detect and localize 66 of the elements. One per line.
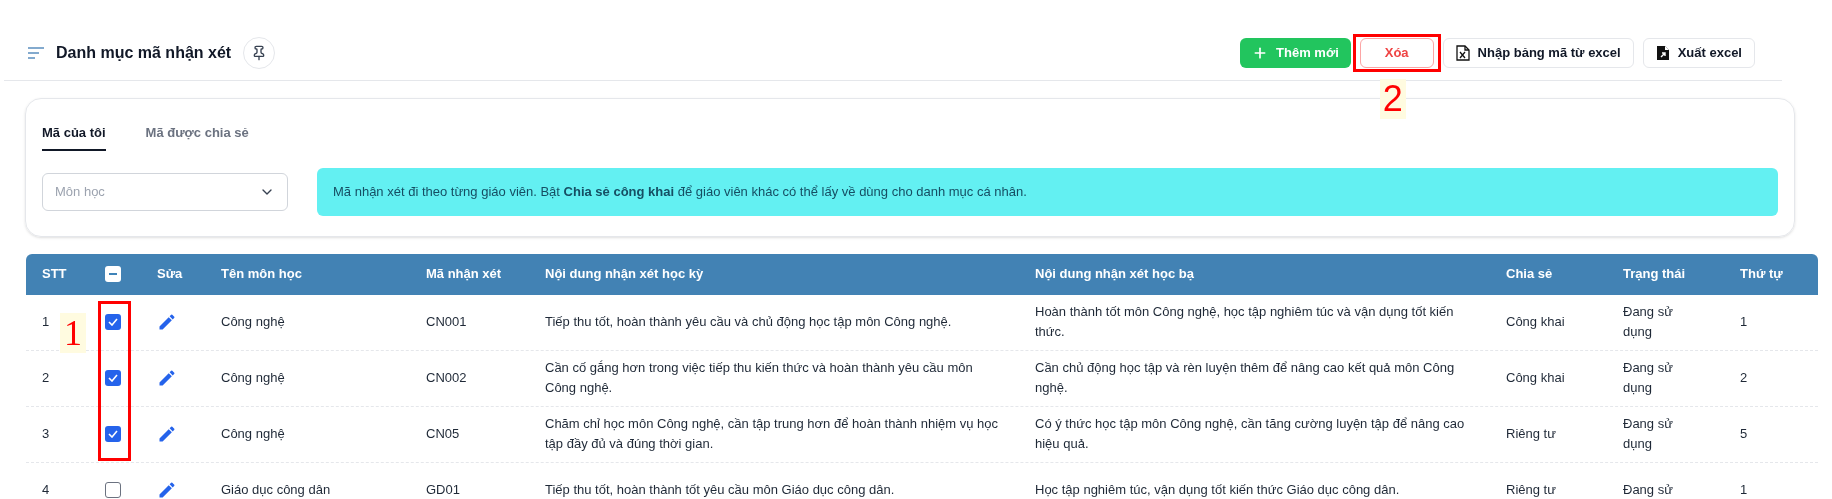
table-cell-text: GD01 — [425, 481, 461, 499]
column-header: Chia sẻ — [1505, 265, 1554, 284]
check-icon — [108, 374, 118, 382]
table-cell-text: 5 — [1739, 425, 1749, 443]
subject-select[interactable]: Môn học — [42, 172, 288, 211]
table-cell-text: Học tập nghiêm túc, vận dụng tốt kiến thức Giáo dục công dân. — [1034, 481, 1401, 499]
table-cell-text: Đang sử dụng — [1622, 303, 1674, 341]
edit-icon[interactable] — [157, 312, 177, 332]
table-cell-text: 2 — [41, 369, 51, 387]
table-cell-text: Cần cố gắng hơn trong việc tiếp thu kiến thức và hoàn thành yêu cầu môn Công nghệ. — [544, 359, 974, 397]
column-header: Nội dung nhận xét học bạ — [1034, 265, 1195, 284]
column-header: Tên môn học — [220, 265, 303, 284]
tab[interactable]: Mã của tôi — [42, 123, 106, 151]
table-cell-text: CN002 — [425, 369, 468, 387]
edit-icon[interactable] — [157, 424, 177, 444]
sort-lines-icon — [28, 47, 44, 59]
callout-number: 2 — [1379, 79, 1406, 119]
checkbox[interactable] — [105, 370, 121, 386]
table-cell-text: 1 — [41, 313, 51, 331]
delete-button[interactable]: Xóa — [1359, 38, 1434, 68]
table-cell-text: CN05 — [425, 425, 461, 443]
tab[interactable]: Mã được chia sẻ — [145, 123, 249, 151]
table-cell-text: 1 — [1739, 313, 1749, 331]
table-cell-text: Hoàn thành tốt môn Công nghệ, học tập nghiêm túc và vận dụng tốt kiến thức. — [1034, 303, 1455, 341]
table-cell-text: 4 — [41, 481, 51, 499]
table-cell-text: Đang sử dụng — [1622, 359, 1674, 397]
info-notice: Mã nhận xét đi theo từng giáo viên. Bật Chia sẻ công khai để giáo viên khác có thể lấy về dùng cho danh mục cá nhân. — [333, 182, 1027, 201]
table-cell-text: Cần chủ động học tập và rèn luyện thêm để nâng cao kết quả môn Công nghệ. — [1034, 359, 1456, 397]
export-button[interactable]: Xuất excel — [1642, 38, 1755, 68]
table-cell-text: Giáo dục công dân — [220, 481, 332, 499]
edit-icon[interactable] — [157, 480, 177, 499]
column-header: Nội dung nhận xét học kỳ — [544, 265, 705, 284]
check-icon — [108, 318, 118, 326]
table-cell-text: Công khai — [1505, 313, 1566, 331]
checkbox[interactable] — [105, 266, 121, 282]
spreadsheet-file-icon — [1455, 45, 1470, 61]
checkbox[interactable] — [105, 482, 121, 498]
table-cell-text: CN001 — [425, 313, 468, 331]
table-cell-text: Tiếp thu tốt, hoàn thành yêu cầu và chủ động học tập môn Công nghệ. — [544, 313, 953, 331]
page-title: Danh mục mã nhận xét — [56, 43, 232, 63]
table-cell-text: Công khai — [1505, 369, 1566, 387]
table-cell-text: Công nghệ — [220, 369, 286, 387]
table-cell-text: Đang sử — [1622, 481, 1674, 499]
table-cell-text: Chăm chỉ học môn Công nghệ, cần tập trung hơn để hoàn thành nhiệm vụ học tập đầy đủ và đúng thời gian. — [544, 415, 999, 453]
table-cell-text: Công nghệ — [220, 313, 286, 331]
export-file-icon — [1655, 45, 1670, 61]
table-cell-text: 1 — [1739, 481, 1749, 499]
column-header: Trạng thái — [1622, 265, 1687, 284]
table-cell-text: Riêng tư — [1505, 481, 1557, 499]
edit-icon[interactable] — [157, 368, 177, 388]
table-cell-text: Tiếp thu tốt, hoàn thành tốt yêu cầu môn Giáo dục công dân. — [544, 481, 896, 499]
table-cell-text: Có ý thức học tập môn Công nghệ, cần tăng cường luyện tập để nâng cao hiệu quả. — [1034, 415, 1466, 453]
table-cell-text: Đang sử dụng — [1622, 415, 1674, 453]
table-cell-text: 3 — [41, 425, 51, 443]
table-cell-text: Công nghệ — [220, 425, 286, 443]
column-header: Thứ tự — [1739, 265, 1784, 284]
table-cell-text: 2 — [1739, 369, 1749, 387]
column-header: Sửa — [156, 265, 184, 284]
callout-number: 1 — [60, 312, 86, 353]
import-button[interactable]: Nhập bảng mã từ excel — [1442, 38, 1634, 68]
column-header: STT — [41, 265, 68, 284]
check-icon — [108, 430, 118, 438]
checkbox[interactable] — [105, 314, 121, 330]
table-cell-text: Riêng tư — [1505, 425, 1557, 443]
column-header: Mã nhận xét — [425, 265, 503, 284]
checkbox[interactable] — [105, 426, 121, 442]
